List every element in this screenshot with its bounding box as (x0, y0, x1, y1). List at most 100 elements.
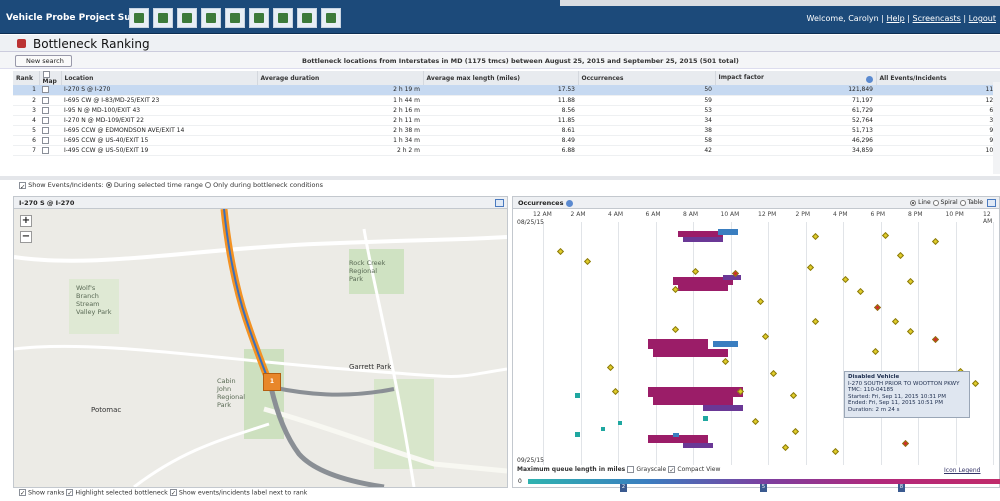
event-marker[interactable] (789, 391, 798, 400)
bottleneck-occurrence[interactable] (713, 341, 738, 347)
bottleneck-occurrence[interactable] (718, 229, 738, 235)
event-marker[interactable] (896, 251, 905, 260)
show-labels-checkbox[interactable]: ✓ (169, 489, 177, 497)
bottleneck-occurrence[interactable] (683, 443, 713, 448)
header-location[interactable]: Location (61, 71, 258, 85)
event-marker[interactable] (871, 347, 880, 356)
bottleneck-occurrence[interactable] (683, 237, 723, 242)
event-marker[interactable] (906, 277, 915, 286)
bottleneck-occurrence[interactable] (648, 339, 708, 349)
during-range-radio[interactable] (105, 182, 112, 188)
map-canvas[interactable]: + − Wolf's Branch Stream Valley Park Roc… (14, 209, 507, 487)
event-marker[interactable] (806, 263, 815, 272)
bottleneck-occurrence[interactable] (618, 421, 622, 425)
save-icon[interactable] (987, 199, 996, 207)
header-max-length[interactable]: Average max length (miles) (423, 71, 579, 85)
line-view-radio[interactable] (910, 199, 917, 206)
bottleneck-icon[interactable] (177, 8, 197, 28)
map-icon[interactable] (297, 8, 317, 28)
bottleneck-occurrence[interactable] (723, 275, 741, 280)
header-map[interactable]: Map (39, 71, 62, 85)
zoom-in-button[interactable]: + (20, 215, 32, 227)
map-checkbox-cell[interactable] (39, 115, 61, 126)
bottleneck-occurrence[interactable] (601, 427, 605, 431)
bottleneck-occurrence[interactable] (678, 285, 728, 291)
table-view-radio[interactable] (959, 199, 966, 206)
event-marker[interactable] (906, 327, 915, 336)
help-icon[interactable] (865, 75, 873, 83)
bottleneck-occurrence[interactable] (703, 405, 743, 411)
event-marker[interactable] (811, 232, 820, 241)
people-icon[interactable] (273, 8, 293, 28)
event-marker[interactable] (606, 363, 615, 372)
help-link[interactable]: Help (887, 14, 905, 23)
event-marker[interactable] (756, 297, 765, 306)
event-marker[interactable] (971, 379, 980, 388)
compact-checkbox[interactable]: ✓ (668, 466, 676, 474)
event-marker[interactable] (881, 231, 890, 240)
event-marker[interactable] (791, 427, 800, 436)
map-checkbox[interactable] (42, 136, 49, 144)
event-marker[interactable] (671, 325, 680, 334)
map-checkbox[interactable] (42, 86, 49, 94)
header-rank[interactable]: Rank (13, 71, 40, 85)
bottleneck-occurrence[interactable] (653, 397, 733, 405)
help-icon[interactable] (565, 199, 573, 207)
header-events[interactable]: All Events/Incidents (876, 71, 1000, 85)
event-marker[interactable] (769, 369, 778, 378)
map-checkbox-cell[interactable] (39, 95, 61, 106)
bottleneck-occurrence[interactable] (575, 393, 580, 398)
event-marker[interactable] (891, 317, 900, 326)
show-ranks-checkbox[interactable]: ✓ (19, 489, 26, 497)
event-marker[interactable] (583, 257, 592, 266)
spiral-view-radio[interactable] (932, 199, 939, 206)
table-row[interactable]: 4 I-270 N @ MD-109/EXIT 22 2 h 11 m 11.85 34… (13, 115, 1000, 126)
table-row[interactable]: 5 I-695 CCW @ EDMONDSON AVE/EXIT 14 2 h 38… (13, 125, 1000, 136)
highlight-checkbox[interactable]: ✓ (66, 489, 74, 497)
save-icon[interactable] (495, 199, 504, 207)
map-checkbox-cell[interactable] (39, 145, 61, 156)
event-marker[interactable] (831, 447, 840, 456)
bottleneck-occurrence[interactable] (653, 349, 728, 357)
bottleneck-occurrence[interactable] (703, 416, 708, 421)
table-row[interactable]: 1 I-270 S @ I-270 2 h 19 m 17.53 50 121,849 11… (13, 85, 1000, 96)
panel-divider[interactable] (0, 176, 1000, 180)
show-events-checkbox[interactable]: ✓ (19, 181, 26, 191)
event-marker[interactable] (556, 247, 565, 256)
table-row[interactable]: 6 I-695 CCW @ US-40/EXIT 15 1 h 34 m 8.49 58… (13, 135, 1000, 146)
monitoring-icon[interactable] (129, 8, 149, 28)
event-marker[interactable] (721, 357, 730, 366)
event-marker[interactable] (931, 237, 940, 246)
map-checkbox[interactable] (42, 116, 49, 124)
new-search-button[interactable]: New search (15, 55, 72, 67)
only-bottleneck-radio[interactable] (204, 182, 211, 188)
chart-icon[interactable] (153, 8, 173, 28)
map-checkbox-cell[interactable] (39, 135, 61, 146)
icon-legend-link[interactable]: Icon Legend (944, 467, 981, 474)
map-checkbox[interactable] (42, 106, 49, 114)
trend-icon[interactable] (201, 8, 221, 28)
bottleneck-occurrence[interactable] (648, 387, 743, 397)
map-checkbox-cell[interactable] (39, 85, 61, 96)
event-marker[interactable] (751, 417, 760, 426)
header-duration[interactable]: Average duration (257, 71, 424, 85)
map-checkbox-cell[interactable] (39, 125, 61, 136)
map-checkbox[interactable] (42, 146, 49, 154)
table-row[interactable]: 2 I-695 CW @ I-83/MD-25/EXIT 23 1 h 44 m 11… (13, 95, 1000, 106)
select-all-checkbox[interactable] (42, 71, 50, 78)
grayscale-checkbox[interactable] (627, 466, 635, 473)
occurrence-timeline[interactable]: 12 AM 2 AM 4 AM 6 AM 8 AM 10 AM 12 PM 2 PM 4 PM 6… (513, 209, 999, 473)
table-row[interactable]: 7 I-495 CCW @ US-50/EXIT 19 2 h 2 m 6.88 42 3… (13, 145, 1000, 156)
bottleneck-occurrence[interactable] (673, 433, 679, 437)
screencasts-link[interactable]: Screencasts (913, 14, 961, 23)
table-scrollbar[interactable] (993, 82, 1000, 174)
event-marker[interactable] (856, 287, 865, 296)
header-occurrences[interactable]: Occurrences (578, 71, 716, 85)
incident-marker[interactable] (931, 335, 940, 344)
rank-marker[interactable]: 1 (263, 373, 281, 391)
event-marker[interactable] (781, 443, 790, 452)
zoom-out-button[interactable]: − (20, 231, 32, 243)
map-checkbox[interactable] (42, 126, 49, 134)
incident-marker[interactable] (901, 439, 910, 448)
header-impact[interactable]: Impact factor (715, 71, 877, 85)
